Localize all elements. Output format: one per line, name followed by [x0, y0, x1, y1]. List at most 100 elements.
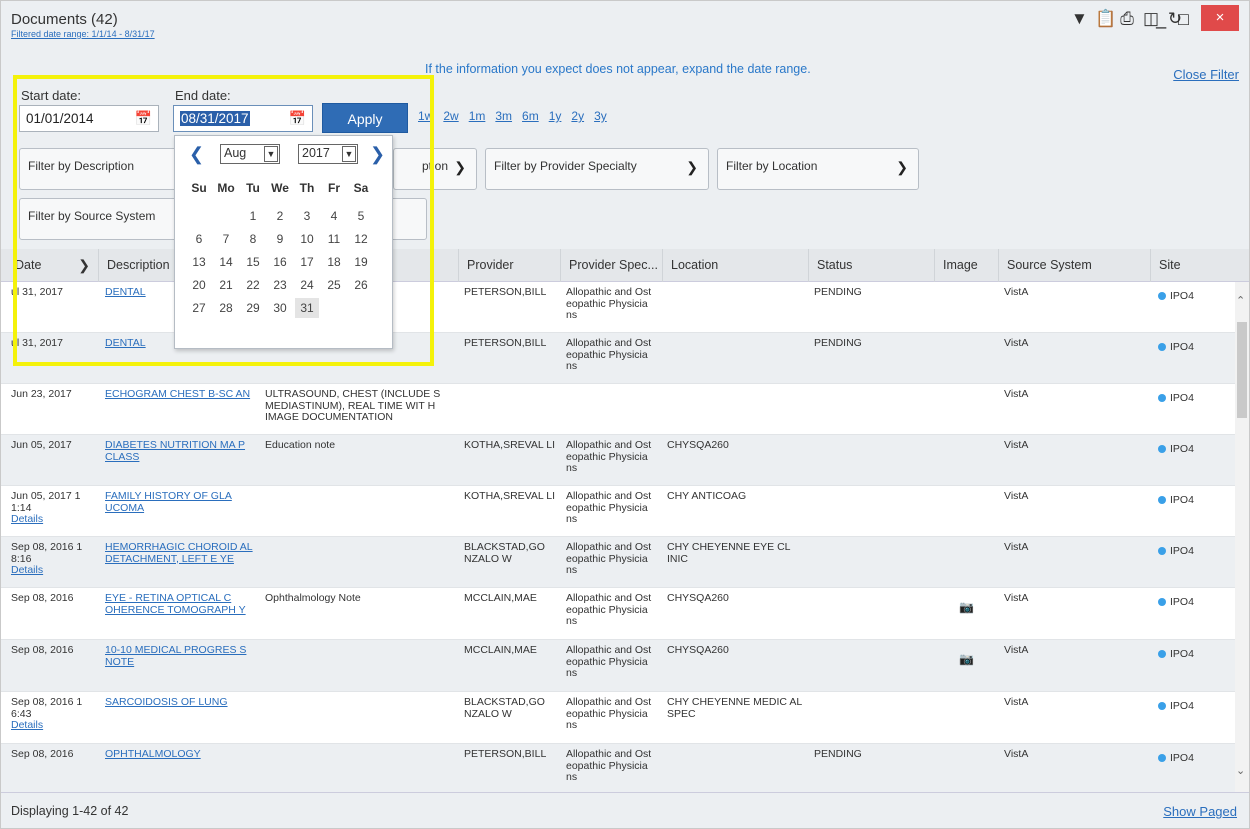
camera-icon[interactable]: 📷	[959, 652, 974, 666]
table-row[interactable]: Sep 08, 2016 OPHTHALMOLOGY PETERSON,BILL Al…	[1, 744, 1249, 794]
calendar-day[interactable]: 2	[268, 206, 292, 226]
details-link[interactable]: Details	[11, 513, 97, 526]
filter-icon[interactable]: ▼	[1071, 9, 1088, 29]
next-month-icon[interactable]: ❯	[370, 144, 385, 165]
specialty-cell: Allopathic and Ost eopathic Physicia ns	[566, 337, 652, 372]
table-row[interactable]: Sep 08, 2016 EYE - RETINA OPTICAL C OHERE…	[1, 588, 1249, 640]
close-button[interactable]: ×	[1201, 5, 1239, 31]
range-6m[interactable]: 6m	[522, 109, 539, 123]
calendar-day[interactable]: 6	[187, 229, 211, 249]
site-cell: IPO4	[1158, 392, 1194, 404]
calendar-day[interactable]: 3	[295, 206, 319, 226]
site-status-icon	[1158, 547, 1166, 556]
month-select[interactable]: Aug ▼	[220, 144, 280, 164]
scroll-up-icon[interactable]: ⌃	[1236, 294, 1245, 307]
calendar-day[interactable]: 23	[268, 275, 292, 295]
calendar-day[interactable]: 16	[268, 252, 292, 272]
description-link[interactable]: HEMORRHAGIC CHOROID AL DETACHMENT, LEFT …	[105, 541, 257, 565]
calendar-day[interactable]: 20	[187, 275, 211, 295]
table-row[interactable]: Jun 23, 2017 ECHOGRAM CHEST B-SC AN ULTRAS…	[1, 384, 1249, 435]
description-link[interactable]: 10-10 MEDICAL PROGRES S NOTE	[105, 644, 257, 668]
filtered-range-link[interactable]: Filtered date range: 1/1/14 - 8/31/17	[11, 29, 155, 39]
calendar-day[interactable]: 30	[268, 298, 292, 318]
camera-icon[interactable]: 📷	[959, 600, 974, 614]
range-3m[interactable]: 3m	[495, 109, 512, 123]
table-row[interactable]: Sep 08, 2016 1 6:43 Details SARCOIDOSIS OF…	[1, 692, 1249, 744]
col-status[interactable]: Status	[808, 249, 934, 282]
print-icon[interactable]: ⎙	[1119, 9, 1135, 29]
prev-month-icon[interactable]: ❮	[189, 144, 204, 165]
calendar-day[interactable]: 31	[295, 298, 319, 318]
calendar-day[interactable]: 11	[322, 229, 346, 249]
calendar-day[interactable]: 1	[241, 206, 265, 226]
details-link[interactable]: Details	[11, 719, 97, 732]
calendar-day[interactable]: 8	[241, 229, 265, 249]
range-1m[interactable]: 1m	[469, 109, 486, 123]
calendar-day[interactable]: 14	[214, 252, 238, 272]
calendar-day[interactable]: 21	[214, 275, 238, 295]
calendar-day[interactable]: 9	[268, 229, 292, 249]
filter-by-provider-specialty[interactable]: Filter by Provider Specialty ❯	[485, 148, 709, 190]
table-row[interactable]: Jun 05, 2017 1 1:14 Details FAMILY HISTORY…	[1, 486, 1249, 537]
calendar-day[interactable]: 28	[214, 298, 238, 318]
table-row[interactable]: Sep 08, 2016 10-10 MEDICAL PROGRES S NOTE…	[1, 640, 1249, 692]
range-3y[interactable]: 3y	[594, 109, 607, 123]
range-2y[interactable]: 2y	[571, 109, 584, 123]
scroll-thumb[interactable]	[1237, 322, 1247, 418]
range-1y[interactable]: 1y	[549, 109, 562, 123]
col-image[interactable]: Image	[934, 249, 998, 282]
provider-cell: KOTHA,SREVAL LI	[464, 490, 556, 502]
calendar-day[interactable]: 19	[349, 252, 373, 272]
description-link[interactable]: FAMILY HISTORY OF GLA UCOMA	[105, 490, 257, 514]
calendar-day[interactable]: 17	[295, 252, 319, 272]
description-link[interactable]: OPHTHALMOLOGY	[105, 748, 257, 761]
calendar-day[interactable]: 15	[241, 252, 265, 272]
col-provider-specialty[interactable]: Provider Spec...	[560, 249, 662, 282]
col-source-system[interactable]: Source System	[998, 249, 1150, 282]
calendar-day[interactable]: 7	[214, 229, 238, 249]
year-select[interactable]: 2017 ▼	[298, 144, 358, 164]
calendar-day[interactable]: 18	[322, 252, 346, 272]
dropdown-icon[interactable]: ▼	[264, 146, 278, 162]
dropdown-icon[interactable]: ▼	[342, 146, 356, 162]
table-footer: Displaying 1-42 of 42 Show Paged	[1, 792, 1249, 828]
calendar-day[interactable]: 22	[241, 275, 265, 295]
close-filter-link[interactable]: Close Filter	[1173, 67, 1239, 82]
calendar-day[interactable]: 10	[295, 229, 319, 249]
table-row[interactable]: Sep 08, 2016 1 8:16 Details HEMORRHAGIC CH…	[1, 537, 1249, 588]
description-link[interactable]: DIABETES NUTRITION MA P CLASS	[105, 439, 257, 463]
calendar-day[interactable]: 12	[349, 229, 373, 249]
description-link[interactable]: ECHOGRAM CHEST B-SC AN	[105, 388, 257, 401]
maximize-icon[interactable]: □	[1178, 9, 1189, 30]
scroll-down-icon[interactable]: ⌄	[1236, 764, 1245, 777]
calendar-day[interactable]: 25	[322, 275, 346, 295]
table-scrollbar[interactable]: ⌃ ⌄	[1235, 282, 1249, 793]
calendar-day[interactable]: 26	[349, 275, 373, 295]
site-cell: IPO4	[1158, 596, 1194, 608]
calendar-day[interactable]: 27	[187, 298, 211, 318]
calendar-day[interactable]: 4	[322, 206, 346, 226]
date-range-notice: If the information you expect does not a…	[425, 62, 811, 76]
filter-by-location[interactable]: Filter by Location ❯	[717, 148, 919, 190]
col-provider[interactable]: Provider	[458, 249, 560, 282]
location-cell: CHYSQA260	[667, 592, 729, 604]
calendar-day[interactable]: 29	[241, 298, 265, 318]
minimize-icon[interactable]: _	[1156, 9, 1166, 30]
clipboard-icon[interactable]: 📋	[1095, 9, 1116, 29]
description-link[interactable]: SARCOIDOSIS OF LUNG	[105, 696, 257, 709]
calendar-day[interactable]: 24	[295, 275, 319, 295]
range-2w[interactable]: 2w	[443, 109, 458, 123]
site-cell: IPO4	[1158, 648, 1194, 660]
date-value: Sep 08, 2016	[11, 644, 74, 656]
calendar-day[interactable]: 5	[349, 206, 373, 226]
details-link[interactable]: Details	[11, 564, 97, 577]
col-site[interactable]: Site	[1150, 249, 1249, 282]
filter-by-provider-specialty-label: Filter by Provider Specialty	[494, 159, 637, 173]
date-value: Jun 23, 2017	[11, 388, 72, 400]
description-link[interactable]: EYE - RETINA OPTICAL C OHERENCE TOMOGRAP…	[105, 592, 257, 616]
location-cell: CHYSQA260	[667, 644, 729, 656]
col-location[interactable]: Location	[662, 249, 808, 282]
show-paged-link[interactable]: Show Paged	[1163, 804, 1237, 819]
table-row[interactable]: Jun 05, 2017 DIABETES NUTRITION MA P CLAS…	[1, 435, 1249, 486]
calendar-day[interactable]: 13	[187, 252, 211, 272]
